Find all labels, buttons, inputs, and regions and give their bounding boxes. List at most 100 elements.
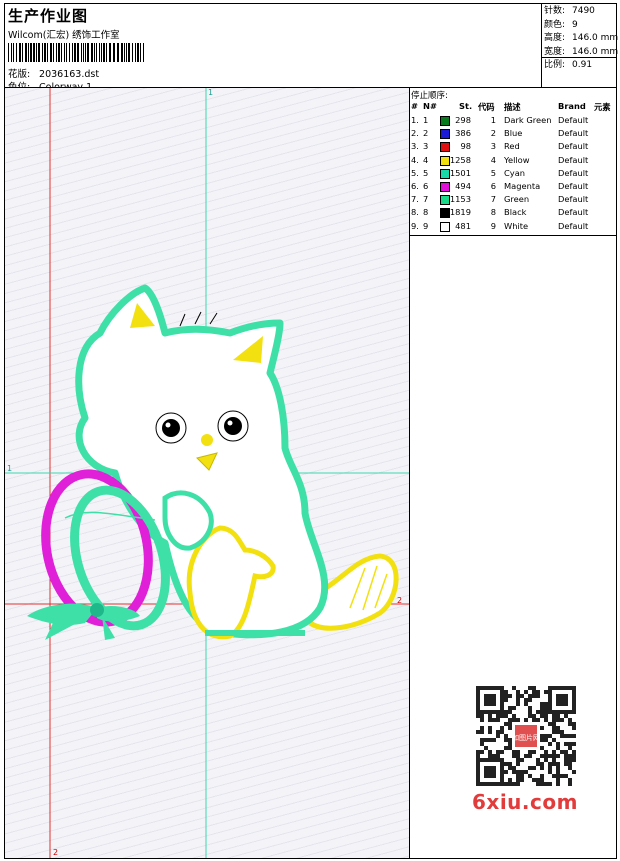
color-swatch: [440, 142, 450, 153]
stats-box: 针数: 7490 颜色: 9 高度: 146.0 mm 宽度: 146.0 mm 比例:…: [541, 3, 619, 87]
row-brand: Default: [558, 207, 589, 218]
row-description: Red: [504, 141, 520, 152]
row-brand: Default: [558, 194, 589, 205]
watermark-brand: 6xiu.com: [472, 790, 578, 814]
stat-label: 颜色:: [544, 19, 566, 30]
row-brand: Default: [558, 115, 589, 125]
color-swatch: [440, 129, 450, 140]
table-row[interactable]: 7. 7 1153 7 Green Default: [409, 194, 617, 207]
stat-label: 比例:: [544, 60, 566, 70]
col-stitches: St.: [459, 101, 473, 111]
col-description: 描述: [504, 102, 521, 112]
row-number: 7: [423, 194, 429, 205]
design-label: 花版:: [8, 69, 31, 80]
row-description: White: [504, 220, 529, 231]
cat-nose: [201, 434, 213, 446]
row-stitches: 298: [455, 115, 471, 125]
page-title: 生产作业图: [8, 7, 89, 25]
color-swatch: [440, 195, 450, 206]
col-code: 代码: [478, 102, 495, 112]
head-fur-lines: [179, 311, 218, 327]
table-row[interactable]: 1. 1 298 1 Dark Green Default: [409, 115, 617, 128]
row-description: Blue: [504, 128, 523, 139]
stat-stitches: 针数: 7490: [542, 5, 617, 19]
row-stitches: 494: [455, 181, 471, 191]
row-index: 2.: [411, 128, 419, 139]
row-stitches: 1258: [449, 154, 471, 165]
row-brand: Default: [558, 128, 589, 139]
row-brand: Default: [558, 220, 589, 231]
stat-label: 高度:: [544, 33, 566, 43]
row-index: 5.: [411, 167, 419, 178]
table-row[interactable]: 5. 5 1501 5 Cyan Default: [409, 168, 617, 181]
row-description: Magenta: [504, 181, 541, 191]
row-code: 1: [490, 115, 496, 125]
left-eye: [155, 412, 187, 444]
row-index: 1.: [411, 115, 419, 125]
cat-front-paw: [162, 490, 214, 551]
row-number: 1: [423, 115, 429, 125]
stat-value: 0.91: [572, 60, 593, 70]
row-code: 6: [490, 181, 496, 191]
qr-seal-text: 如图片网: [512, 733, 540, 742]
stat-value: 146.0 mm: [572, 46, 619, 57]
guide-label-top: 1: [208, 88, 214, 97]
row-description: Green: [504, 194, 530, 205]
row-description: Dark Green: [504, 115, 552, 125]
row-code: 2: [490, 128, 496, 139]
row-stitches: 1153: [449, 194, 471, 205]
table-row[interactable]: 4. 4 1258 4 Yellow Default: [409, 155, 617, 168]
table-header: # N# St. 代码 描述 Brand 元素: [409, 101, 617, 113]
row-stitches: 1501: [449, 167, 471, 178]
company-name: Wilcom(汇宏) 绣饰工作室: [8, 30, 120, 41]
stat-colors: 颜色: 9: [542, 19, 617, 33]
row-stitches: 1819: [449, 207, 471, 218]
row-index: 8.: [411, 207, 419, 218]
bow-knot: [90, 603, 104, 617]
row-stitches: 386: [455, 128, 471, 139]
col-number: N#: [423, 101, 437, 111]
stop-sequence-title: 停止顺序:: [411, 91, 448, 101]
design-canvas[interactable]: 1 1 2 2: [5, 88, 410, 858]
design-row: 花版: 2036163.dst: [8, 66, 99, 80]
table-row[interactable]: 9. 9 481 9 White Default: [409, 221, 617, 234]
row-brand: Default: [558, 181, 589, 191]
table-row[interactable]: 6. 6 494 6 Magenta Default: [409, 181, 617, 194]
stat-label: 针数:: [544, 6, 566, 16]
row-code: 9: [490, 220, 496, 231]
row-description: Yellow: [504, 154, 530, 165]
row-number: 8: [423, 207, 429, 218]
row-index: 9.: [411, 220, 419, 231]
table-row[interactable]: 8. 8 1819 8 Black Default: [409, 207, 617, 220]
row-number: 4: [423, 154, 429, 165]
row-index: 4.: [411, 154, 419, 165]
color-swatch: [440, 155, 450, 166]
row-number: 2: [423, 128, 429, 139]
table-row[interactable]: 2. 2 386 2 Blue Default: [409, 128, 617, 141]
row-brand: Default: [558, 154, 589, 165]
guide-label-left: 1: [7, 464, 13, 473]
stat-scale: 比例: 0.91: [542, 59, 617, 73]
row-description: Cyan: [504, 167, 526, 178]
color-swatch: [440, 116, 450, 126]
row-number: 9: [423, 220, 429, 231]
row-brand: Default: [558, 141, 589, 152]
row-number: 6: [423, 181, 429, 191]
stat-value: 146.0 mm: [572, 33, 619, 43]
table-row[interactable]: 3. 3 98 3 Red Default: [409, 141, 617, 154]
stat-value: 7490: [572, 6, 595, 16]
row-index: 3.: [411, 141, 419, 152]
color-swatch: [440, 221, 450, 232]
barcode: [8, 43, 144, 62]
stop-sequence-panel: 停止顺序: # N# St. 代码 描述 Brand 元素 1. 1 298 1 Dar…: [409, 88, 617, 236]
row-code: 4: [490, 154, 496, 165]
row-brand: Default: [558, 167, 589, 178]
color-swatch: [440, 182, 450, 192]
right-eye: [217, 410, 249, 442]
row-number: 3: [423, 141, 429, 152]
row-number: 5: [423, 167, 429, 178]
col-brand: Brand: [558, 101, 586, 111]
color-swatch: [440, 208, 450, 219]
row-code: 8: [490, 207, 496, 218]
row-stitches: 98: [460, 141, 471, 152]
